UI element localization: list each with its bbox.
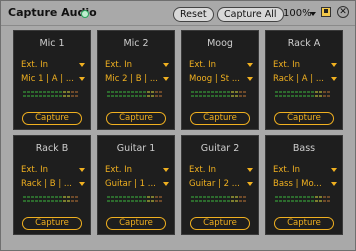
channel-name: Mic 1 [39,38,65,49]
capture-button[interactable]: Capture [106,217,166,230]
channel-name: Rack A [287,38,321,49]
channel-card-guitar-1: Guitar 1 Ext. In Guitar | 1 ... Capture [97,135,175,235]
close-button[interactable]: ✕ [337,6,349,18]
level-meter-left [107,91,167,93]
level-meter-left [23,91,83,93]
chevron-down-icon [79,182,85,186]
channel-name: Guitar 1 [116,143,156,154]
channel-name: Guitar 2 [200,143,240,154]
capture-button[interactable]: Capture [274,217,334,230]
channel-card-guitar-2: Guitar 2 Ext. In Guitar | 2 ... Capture [181,135,259,235]
level-meter-right [23,95,83,97]
capture-button[interactable]: Capture [106,112,166,125]
level-meter-left [191,91,251,93]
chevron-down-icon [247,182,253,186]
channel-name: Bass [292,143,316,154]
zoom-level[interactable]: 100% [283,8,312,19]
input-type-dropdown[interactable]: Ext. In [273,164,337,176]
chevron-down-icon [247,63,253,67]
channel-card-rack-b: Rack B Ext. In Rack | B | ... Capture [13,135,91,235]
chevron-down-icon [331,182,337,186]
input-channel-dropdown[interactable]: Guitar | 2 ... [189,178,253,190]
input-type-dropdown[interactable]: Ext. In [189,59,253,71]
level-meter-left [275,196,335,198]
channel-name: Mic 2 [123,38,149,49]
level-meter-left [23,196,83,198]
input-channel-dropdown[interactable]: Rack | B | ... [21,178,85,190]
chevron-down-icon [247,168,253,172]
chevron-down-icon[interactable] [310,12,316,16]
chevron-down-icon [331,63,337,67]
level-meter-right [107,95,167,97]
channel-card-rack-a: Rack A Ext. In Rack | A | ... Capture [265,30,343,130]
pin-icon[interactable] [321,7,331,17]
chevron-down-icon [163,168,169,172]
channel-name: Rack B [35,143,69,154]
level-meter-right [191,95,251,97]
chevron-down-icon [331,168,337,172]
input-channel-dropdown[interactable]: Rack | A | ... [273,73,337,85]
title-bar: Capture Audio Reset Capture All 100% ✕ [1,1,355,26]
level-meter-right [275,200,335,202]
chevron-down-icon [163,63,169,67]
level-meter-left [191,196,251,198]
channel-card-mic-1: Mic 1 Ext. In Mic 1 | A | ... Capture [13,30,91,130]
level-meter-left [107,196,167,198]
channel-name: Moog [207,38,233,49]
input-type-dropdown[interactable]: Ext. In [105,164,169,176]
capture-button[interactable]: Capture [274,112,334,125]
input-type-dropdown[interactable]: Ext. In [105,59,169,71]
capture-button[interactable]: Capture [190,112,250,125]
input-type-dropdown[interactable]: Ext. In [21,164,85,176]
level-meter-right [191,200,251,202]
capture-button[interactable]: Capture [22,217,82,230]
channel-card-bass: Bass Ext. In Bass | Mo... Capture [265,135,343,235]
capture-all-button[interactable]: Capture All [217,7,284,22]
level-meter-right [275,95,335,97]
channel-card-moog: Moog Ext. In Moog | St ... Capture [181,30,259,130]
input-type-dropdown[interactable]: Ext. In [21,59,85,71]
input-type-dropdown[interactable]: Ext. In [189,164,253,176]
capture-audio-window: Capture Audio Reset Capture All 100% ✕ M… [0,0,356,251]
reset-button[interactable]: Reset [173,7,214,22]
capture-button[interactable]: Capture [22,112,82,125]
chevron-down-icon [163,77,169,81]
status-indicator-icon [81,10,89,18]
level-meter-right [107,200,167,202]
input-channel-dropdown[interactable]: Guitar | 1 ... [105,178,169,190]
chevron-down-icon [79,168,85,172]
channel-card-mic-2: Mic 2 Ext. In Mic 2 | B | ... Capture [97,30,175,130]
input-type-dropdown[interactable]: Ext. In [273,59,337,71]
close-icon: ✕ [339,7,347,17]
chevron-down-icon [79,63,85,67]
chevron-down-icon [331,77,337,81]
chevron-down-icon [163,182,169,186]
input-channel-dropdown[interactable]: Moog | St ... [189,73,253,85]
chevron-down-icon [79,77,85,81]
input-channel-dropdown[interactable]: Mic 1 | A | ... [21,73,85,85]
level-meter-left [275,91,335,93]
input-channel-dropdown[interactable]: Bass | Mo... [273,178,337,190]
capture-button[interactable]: Capture [190,217,250,230]
level-meter-right [23,200,83,202]
chevron-down-icon [247,77,253,81]
input-channel-dropdown[interactable]: Mic 2 | B | ... [105,73,169,85]
